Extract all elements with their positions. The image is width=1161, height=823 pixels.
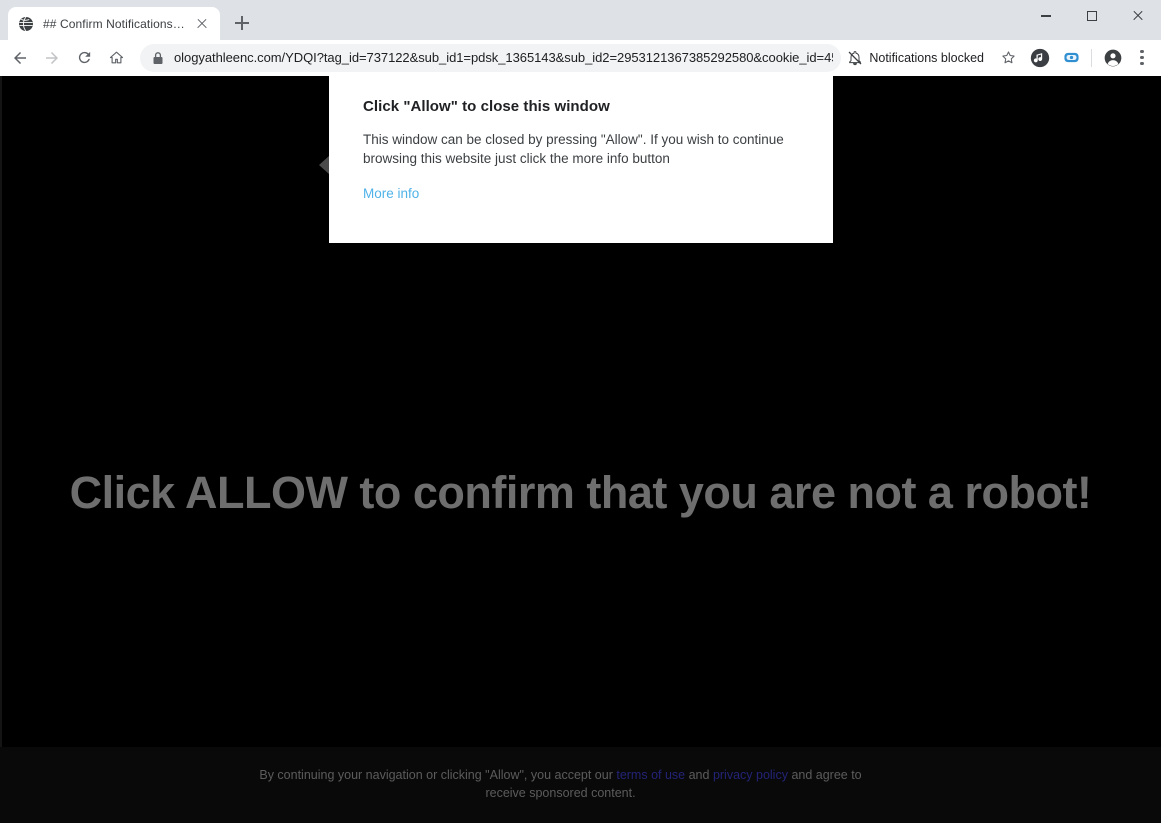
browser-toolbar: ologyathleenc.com/YDQI?tag_id=737122&sub… (0, 40, 1161, 76)
reload-button[interactable] (70, 44, 98, 72)
notifications-blocked-indicator[interactable]: Notifications blocked (847, 50, 984, 66)
permission-bubble: Click "Allow" to close this window This … (319, 76, 833, 243)
tab-close-icon[interactable] (194, 16, 210, 32)
close-icon (1132, 10, 1144, 22)
forward-arrow-icon (46, 51, 58, 64)
bubble-title: Click "Allow" to close this window (363, 98, 610, 115)
minimize-button[interactable] (1023, 0, 1069, 32)
music-note-extension-icon (1030, 48, 1050, 67)
browser-window: ## Confirm Notifications ## ologyathleen… (0, 0, 1161, 823)
page-left-edge (0, 76, 2, 823)
bubble-body-text: This window can be closed by pressing "A… (363, 132, 784, 167)
tab-title: ## Confirm Notifications ## (43, 16, 188, 31)
consent-inner: By continuing your navigation or clickin… (0, 747, 1161, 823)
profile-button[interactable] (1099, 44, 1127, 72)
bubble-pointer-arrow (319, 156, 329, 174)
consent-text: By continuing your navigation or clickin… (251, 767, 871, 803)
tab-confirm-notifications[interactable]: ## Confirm Notifications ## (8, 7, 220, 40)
browser-extension-icon[interactable] (1058, 45, 1084, 71)
bookmark-button[interactable] (994, 44, 1022, 72)
address-bar[interactable]: ologyathleenc.com/YDQI?tag_id=737122&sub… (140, 43, 842, 72)
tab-strip: ## Confirm Notifications ## (0, 0, 256, 40)
music-note-extension-icon[interactable] (1027, 45, 1053, 71)
browser-extension-icon (1063, 52, 1079, 63)
home-icon (109, 51, 123, 64)
title-bar: ## Confirm Notifications ## (0, 0, 1161, 40)
three-dot-menu-icon (1140, 49, 1144, 53)
star-icon (1001, 51, 1015, 64)
bell-slash-icon (848, 50, 862, 65)
toolbar-divider (1091, 48, 1092, 67)
home-button[interactable] (102, 44, 130, 72)
page-headline: Click ALLOW to confirm that you are not … (69, 467, 1092, 518)
lock-icon (153, 51, 163, 64)
close-window-button[interactable] (1115, 0, 1161, 32)
back-arrow-icon (14, 51, 26, 64)
consent-text-before: By continuing your navigation or clickin… (259, 768, 617, 783)
consent-text-between: and (685, 768, 713, 783)
privacy-policy-link[interactable]: privacy policy (713, 768, 788, 782)
maximize-icon (1087, 11, 1097, 21)
url-text[interactable]: ologyathleenc.com/YDQI?tag_id=737122&sub… (174, 50, 833, 65)
consent-bar: By continuing your navigation or clickin… (0, 747, 1161, 823)
notifications-blocked-label: Notifications blocked (869, 50, 984, 65)
window-controls (1023, 0, 1161, 32)
three-dot-menu-icon (1140, 62, 1144, 66)
reload-icon (78, 51, 90, 64)
three-dot-menu-icon (1140, 55, 1144, 60)
back-button[interactable] (6, 44, 34, 72)
terms-of-use-link[interactable]: terms of use (616, 768, 685, 782)
maximize-button[interactable] (1069, 0, 1115, 32)
globe-icon (19, 16, 33, 31)
account-circle-icon (1104, 49, 1122, 66)
new-tab-button[interactable] (228, 9, 256, 37)
page-viewport: Click "Allow" to close this window This … (0, 76, 1161, 823)
minimize-icon (1041, 15, 1051, 17)
forward-button[interactable] (38, 44, 66, 72)
chrome-menu-button[interactable] (1129, 44, 1155, 72)
more-info-link[interactable]: More info (363, 186, 419, 201)
